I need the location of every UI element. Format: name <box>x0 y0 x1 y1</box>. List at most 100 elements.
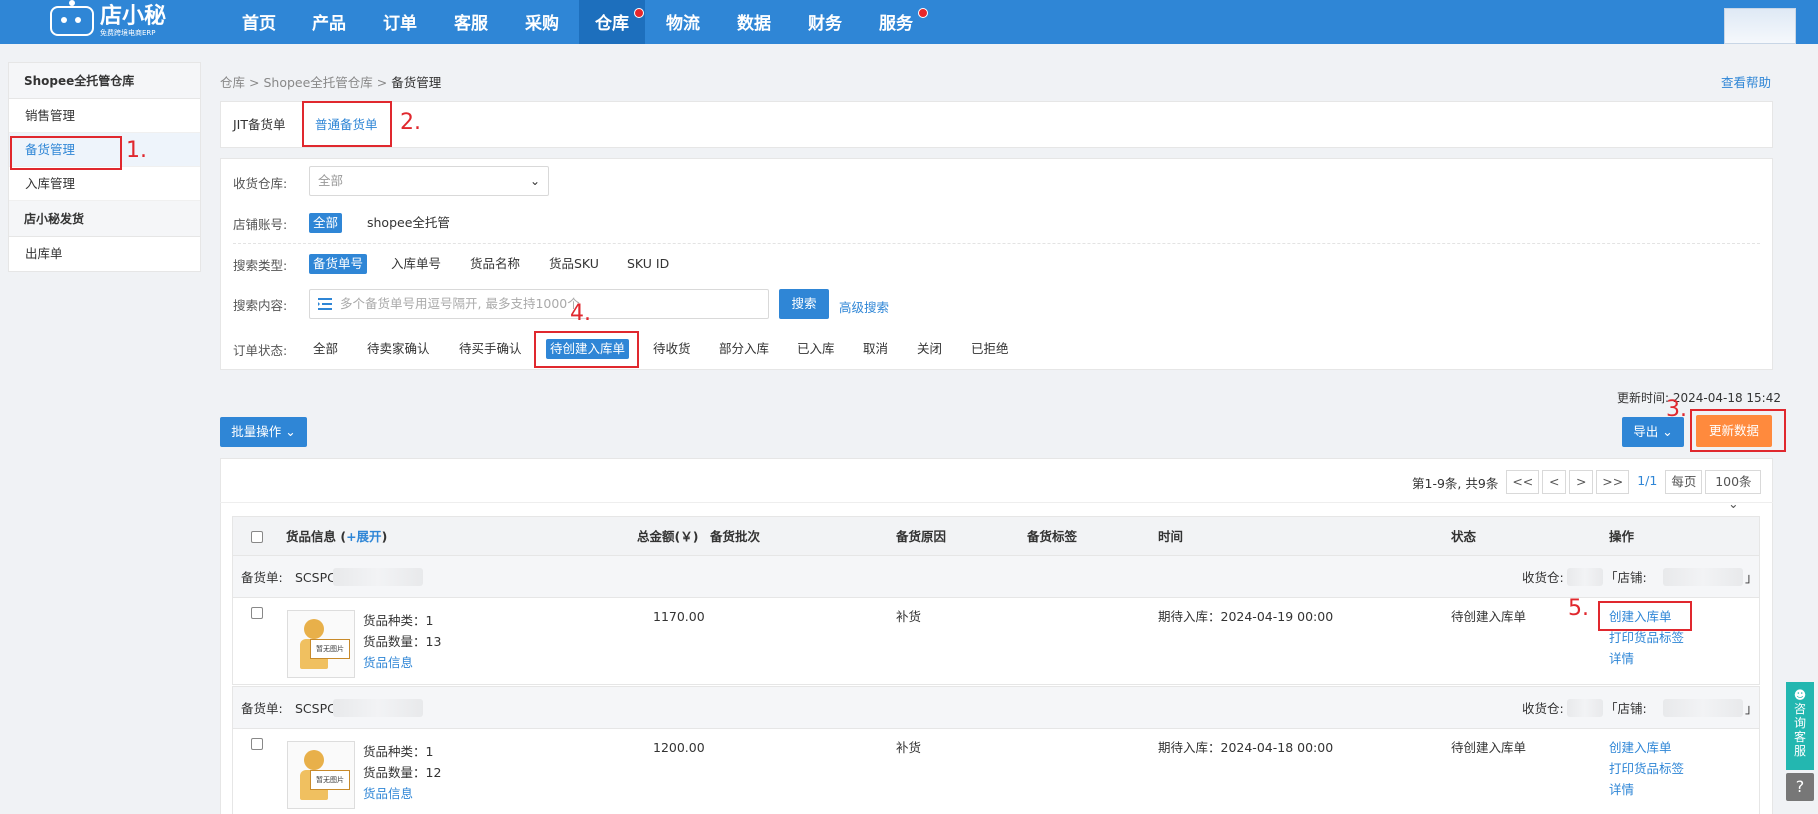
search-input[interactable]: 多个备货单号用逗号隔开, 最多支持1000个 <box>309 289 769 319</box>
breadcrumb-shopee[interactable]: Shopee全托管仓库 <box>263 75 372 90</box>
search-type-label: 搜索类型: <box>233 258 288 273</box>
nav-warehouse[interactable]: 仓库 <box>579 0 645 44</box>
create-inbound-link[interactable]: 创建入库单 <box>1609 737 1672 758</box>
detail-link[interactable]: 详情 <box>1609 648 1634 669</box>
search-type-stock-no[interactable]: 备货单号 <box>309 254 368 274</box>
goods-info-link[interactable]: 货品信息 <box>363 652 413 673</box>
status-all[interactable]: 全部 <box>309 339 342 359</box>
search-content-label: 搜索内容: <box>233 298 288 313</box>
warehouse-label: 收货仓: <box>1522 570 1564 585</box>
search-type-inbound-no[interactable]: 入库单号 <box>387 254 445 274</box>
header-reason: 备货原因 <box>896 529 947 544</box>
breadcrumb-warehouse[interactable]: 仓库 <box>220 75 245 90</box>
update-time: 更新时间: 2024-04-18 15:42 <box>1617 391 1781 405</box>
status-closed[interactable]: 关闭 <box>913 339 946 359</box>
status-buyer-confirm[interactable]: 待买手确认 <box>455 339 526 359</box>
top-nav: 店小秘 免费跨境电商ERP 首页 产品 订单 客服 采购 仓库 物流 数据 财务… <box>0 0 1818 44</box>
status-pending-receive[interactable]: 待收货 <box>649 339 695 359</box>
redacted-warehouse <box>1567 699 1603 717</box>
table-row: 暂无图片 货品种类：1 货品数量：12 货品信息 1200.00 补货 期待入库… <box>232 729 1760 814</box>
nav-home[interactable]: 首页 <box>234 0 284 44</box>
per-page-select[interactable]: 100条 ⌄ <box>1705 470 1762 511</box>
batch-ops-button[interactable]: 批量操作 ⌄ <box>220 417 307 447</box>
nav-data[interactable]: 数据 <box>729 0 779 44</box>
reason: 补货 <box>896 740 922 755</box>
consult-service-button[interactable]: ☻ 咨询客服 <box>1786 682 1814 770</box>
status: 待创建入库单 <box>1451 740 1527 755</box>
annotation-box-1 <box>10 136 122 170</box>
annotation-box-5 <box>1598 601 1692 631</box>
table-row: 暂无图片 货品种类：1 货品数量：13 货品信息 1170.00 补货 期待入库… <box>232 598 1760 685</box>
filter-panel: 收货仓库: 全部 ⌄ 店铺账号: 全部 shopee全托管 搜索类型: 备货单号… <box>220 158 1773 370</box>
annotation-box-3 <box>1690 409 1786 452</box>
product-thumbnail: 暂无图片 <box>287 610 355 678</box>
search-button[interactable]: 搜索 <box>779 289 829 319</box>
order-label: 备货单: <box>241 570 283 585</box>
logo-title: 店小秘 <box>100 3 167 29</box>
search-type-sku-id[interactable]: SKU ID <box>623 254 673 274</box>
status-seller-confirm[interactable]: 待卖家确认 <box>363 339 434 359</box>
person-icon: ☻ <box>1793 688 1807 702</box>
pager-prev[interactable]: < <box>1542 470 1567 494</box>
warehouse-label: 收货仓: <box>1522 701 1564 716</box>
annotation-5: 5. <box>1568 596 1589 621</box>
pager-last[interactable]: >> <box>1596 470 1630 494</box>
sidebar-section-dxm: 店小秘发货 <box>9 201 200 237</box>
nav-logistics[interactable]: 物流 <box>658 0 708 44</box>
search-type-goods-sku[interactable]: 货品SKU <box>545 254 603 274</box>
goods-kinds: 货品种类：1 <box>363 744 434 759</box>
status-rejected[interactable]: 已拒绝 <box>967 339 1013 359</box>
expand-link[interactable]: +展开 <box>346 529 381 544</box>
nav-purchase[interactable]: 采购 <box>517 0 567 44</box>
status-inbound[interactable]: 已入库 <box>793 339 839 359</box>
status-partial-inbound[interactable]: 部分入库 <box>715 339 773 359</box>
nav-order[interactable]: 订单 <box>375 0 425 44</box>
redacted-warehouse <box>1567 568 1603 586</box>
divider <box>233 243 1760 244</box>
help-question-icon[interactable]: ? <box>1786 773 1814 801</box>
print-label-link[interactable]: 打印货品标签 <box>1609 758 1684 779</box>
expected-time: 期待入库：2024-04-19 00:00 <box>1158 609 1334 624</box>
goods-info-link[interactable]: 货品信息 <box>363 783 413 804</box>
reason: 补货 <box>896 609 922 624</box>
per-page-label: 每页 <box>1665 470 1703 494</box>
annotation-3: 3. <box>1666 397 1687 422</box>
annotation-2: 2. <box>400 110 421 135</box>
nav-service-cs[interactable]: 客服 <box>446 0 496 44</box>
order-number: SCSPC <box>295 701 336 716</box>
pager-first[interactable]: << <box>1506 470 1540 494</box>
shop-label: 「店铺: <box>1605 701 1647 716</box>
pager-next[interactable]: > <box>1569 470 1594 494</box>
chevron-down-icon: ⌄ <box>1662 424 1673 439</box>
tab-jit[interactable]: JIT备货单 <box>223 102 296 148</box>
detail-link[interactable]: 详情 <box>1609 779 1634 800</box>
services-notice-dot <box>918 8 928 18</box>
advanced-search-link[interactable]: 高级搜索 <box>839 297 889 316</box>
sidebar-item-inbound[interactable]: 入库管理 <box>9 167 200 201</box>
select-all-checkbox[interactable] <box>251 531 263 543</box>
header-time: 时间 <box>1158 529 1184 544</box>
shop-option-shopee[interactable]: shopee全托管 <box>363 213 454 233</box>
user-avatar[interactable] <box>1724 8 1796 44</box>
status-cancelled[interactable]: 取消 <box>859 339 892 359</box>
warehouse-select[interactable]: 全部 ⌄ <box>309 166 549 196</box>
sidebar-item-sales[interactable]: 销售管理 <box>9 99 200 133</box>
row-checkbox[interactable] <box>251 607 263 619</box>
sidebar-item-outbound[interactable]: 出库单 <box>9 237 200 271</box>
table-header: 货品信息 (+展开) 总金额(￥) 备货批次 备货原因 备货标签 时间 状态 操… <box>232 516 1760 556</box>
search-type-goods-name[interactable]: 货品名称 <box>466 254 524 274</box>
chevron-down-icon: ⌄ <box>529 174 540 188</box>
row-checkbox[interactable] <box>251 738 263 750</box>
header-tag: 备货标签 <box>1027 529 1078 544</box>
logo[interactable]: 店小秘 免费跨境电商ERP <box>50 0 167 40</box>
status-label: 订单状态: <box>233 343 288 358</box>
order-number: SCSPC <box>295 570 336 585</box>
annotation-1: 1. <box>126 138 147 163</box>
nav-product[interactable]: 产品 <box>304 0 354 44</box>
nav-finance[interactable]: 财务 <box>800 0 850 44</box>
help-link[interactable]: 查看帮助 <box>1721 72 1771 91</box>
chevron-down-icon: ⌄ <box>1728 496 1739 511</box>
annotation-box-2 <box>302 101 392 147</box>
shop-option-all[interactable]: 全部 <box>309 213 343 233</box>
nav-services[interactable]: 服务 <box>871 0 921 44</box>
